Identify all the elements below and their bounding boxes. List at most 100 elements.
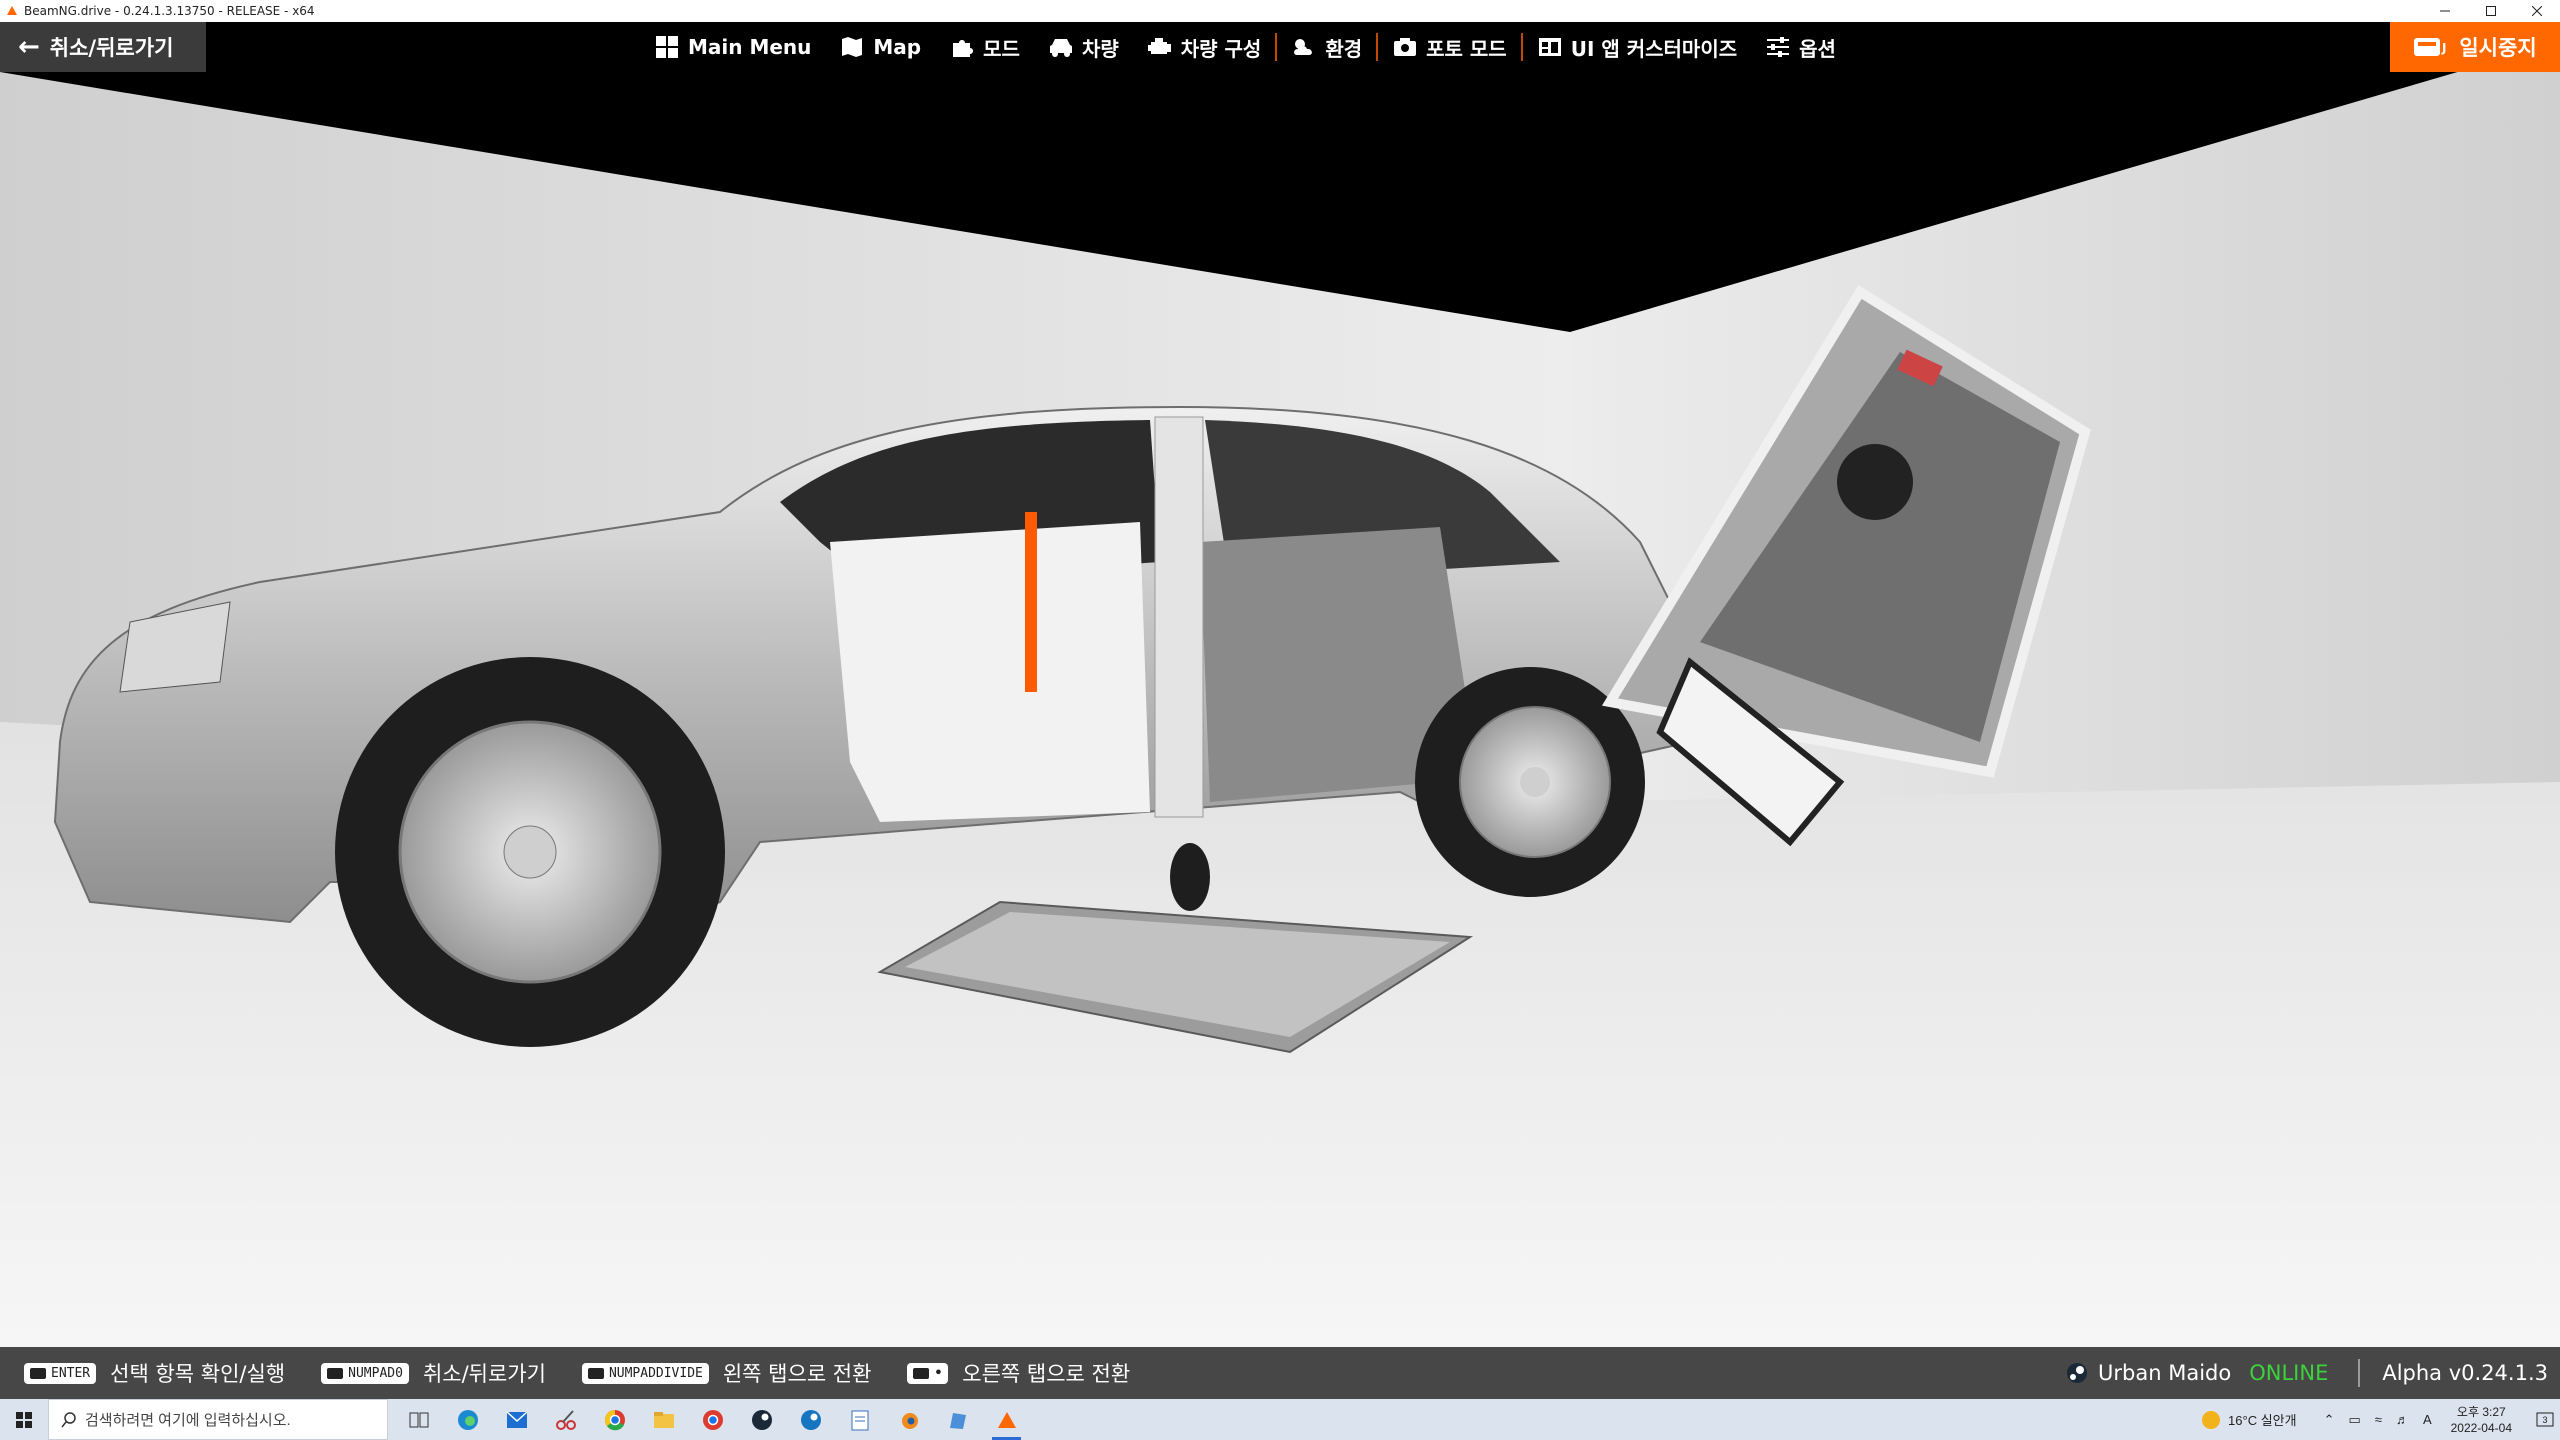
beamng-icon[interactable] [982, 1399, 1031, 1440]
menu-item-label: 차량 [1081, 36, 1119, 61]
menu-item-ui-apps[interactable]: UI 앱 커스터마이즈 [1523, 22, 1751, 72]
sliders-icon [1765, 34, 1791, 60]
weather-icon [1291, 34, 1317, 60]
hint-label: 취소/뒤로가기 [422, 1362, 546, 1386]
steam-alt-icon[interactable] [786, 1399, 835, 1440]
clock-date: 2022-04-04 [2450, 1420, 2512, 1435]
chrome-profile-icon[interactable] [688, 1399, 737, 1440]
steam-icon [2067, 1363, 2088, 1383]
notification-icon: 3 [2536, 1412, 2554, 1426]
keyboard-icon [30, 1367, 46, 1379]
menu-item-label: Map [873, 35, 922, 59]
notification-center-button[interactable]: 3 [2530, 1399, 2560, 1440]
network-icon[interactable]: ≈ [2375, 1412, 2382, 1427]
controls-hint-bar: ENTER 선택 항목 확인/실행 NUMPAD0 취소/뒤로가기 NUMPAD… [0, 1347, 2560, 1399]
maximize-icon [2486, 6, 2496, 16]
notepad-icon[interactable] [835, 1399, 884, 1440]
key-badge: • [907, 1362, 949, 1384]
snip-icon[interactable] [541, 1399, 590, 1440]
hint-back: NUMPAD0 취소/뒤로가기 [321, 1358, 546, 1388]
edge-icon[interactable] [443, 1399, 492, 1440]
hint-label: 왼쪽 탭으로 전환 [722, 1362, 872, 1386]
menu-item-options[interactable]: 옵션 [1751, 22, 1850, 72]
hint-label: 선택 항목 확인/실행 [110, 1362, 286, 1386]
menu-item-label: 옵션 [1799, 36, 1836, 61]
hint-confirm: ENTER 선택 항목 확인/실행 [24, 1358, 285, 1388]
taskbar-search-input[interactable]: 검색하려면 여기에 입력하십시오. [48, 1399, 388, 1440]
main-menu-icon [654, 34, 680, 60]
menu-item-map[interactable]: Map [825, 22, 935, 72]
weather-widget[interactable]: 16°C 실안개 [2202, 1410, 2297, 1429]
vehicle-scene [0, 22, 2560, 1347]
start-button[interactable] [0, 1399, 48, 1440]
arrow-left-icon: ← [18, 32, 40, 62]
menu-item-label: 모드 [983, 36, 1020, 61]
menu-item-label: 포토 모드 [1426, 36, 1507, 61]
menu-item-label: Main Menu [688, 35, 812, 59]
svg-text:J: J [2441, 41, 2446, 55]
menu-item-vehicles[interactable]: 차량 [1034, 22, 1133, 72]
menu-item-environment[interactable]: 환경 [1277, 22, 1376, 72]
status-area: Urban Maido ONLINE Alpha v0.24.1.3 [2066, 1347, 2560, 1399]
editor-icon[interactable] [933, 1399, 982, 1440]
close-icon [2532, 6, 2542, 16]
keyboard-icon: J [2414, 38, 2447, 56]
top-menu-bar: ← 취소/뒤로가기 Main Menu Map 모드 차량 차량 구성 환경 포… [0, 22, 2560, 72]
key-badge: ENTER [24, 1362, 97, 1384]
ime-indicator[interactable]: A [2423, 1412, 2432, 1427]
menu-item-label: UI 앱 커스터마이즈 [1570, 36, 1738, 61]
divider [2358, 1359, 2361, 1387]
back-button-label: 취소/뒤로가기 [49, 36, 174, 60]
mail-icon[interactable] [492, 1399, 541, 1440]
engine-icon [1147, 34, 1173, 60]
blender-icon[interactable] [884, 1399, 933, 1440]
explorer-icon[interactable] [639, 1399, 688, 1440]
minimize-icon [2440, 10, 2450, 12]
beamng-app-icon [7, 6, 17, 15]
online-status: ONLINE [2249, 1361, 2329, 1385]
username: Urban Maido [2098, 1361, 2232, 1385]
volume-icon[interactable]: ♬ [2396, 1412, 2409, 1427]
menu-item-photo-mode[interactable]: 포토 모드 [1378, 22, 1521, 72]
ui-apps-icon [1537, 34, 1563, 60]
weather-sun-icon [2202, 1410, 2221, 1429]
minimize-button[interactable] [2422, 0, 2468, 22]
steam-icon[interactable] [737, 1399, 786, 1440]
pause-button-label: 일시중지 [2459, 36, 2537, 60]
hint-tab-right: • 오른쪽 탭으로 전환 [907, 1358, 1130, 1388]
battery-icon[interactable]: ▭ [2349, 1412, 2361, 1428]
hint-label: 오른쪽 탭으로 전환 [962, 1362, 1131, 1386]
pause-button[interactable]: J 일시중지 [2390, 22, 2560, 72]
hint-tab-left: NUMPADDIVIDE 왼쪽 탭으로 전환 [581, 1358, 872, 1388]
version-label: Alpha v0.24.1.3 [2382, 1361, 2548, 1385]
search-placeholder: 검색하려면 여기에 입력하십시오. [85, 1412, 291, 1429]
search-icon [61, 1411, 76, 1427]
pinned-apps [394, 1399, 1031, 1440]
close-button[interactable] [2514, 0, 2560, 22]
window-controls [2422, 0, 2560, 22]
clock[interactable]: 오후 3:27 2022-04-04 [2451, 1404, 2512, 1436]
menu-item-label: 차량 구성 [1180, 36, 1262, 61]
clock-time: 오후 3:27 [2456, 1404, 2506, 1419]
keyboard-icon [327, 1367, 344, 1379]
task-view-icon[interactable] [394, 1399, 443, 1440]
menu-item-main-menu[interactable]: Main Menu [640, 22, 825, 72]
keyboard-icon [913, 1367, 930, 1379]
weather-text: 16°C 실안개 [2228, 1413, 2297, 1428]
back-button[interactable]: ← 취소/뒤로가기 [0, 22, 206, 72]
menu-item-mods[interactable]: 모드 [935, 22, 1034, 72]
game-viewport[interactable] [0, 22, 2560, 1347]
chevron-up-icon[interactable]: ⌃ [2324, 1412, 2335, 1428]
svg-text:3: 3 [2542, 1415, 2547, 1425]
menu-item-label: 환경 [1325, 36, 1363, 61]
puzzle-icon [949, 34, 975, 60]
key-badge: NUMPAD0 [321, 1362, 409, 1384]
keyboard-icon [587, 1367, 604, 1379]
window-title: BeamNG.drive - 0.24.1.3.13750 - RELEASE … [24, 4, 315, 18]
maximize-button[interactable] [2468, 0, 2514, 22]
car-icon [1048, 34, 1074, 60]
window-title-bar: BeamNG.drive - 0.24.1.3.13750 - RELEASE … [0, 0, 2560, 22]
windows-taskbar: 검색하려면 여기에 입력하십시오. 16°C 실안개 ⌃ ▭ ≈ ♬ A 오후 … [0, 1399, 2560, 1440]
chrome-icon[interactable] [590, 1399, 639, 1440]
menu-item-vehicle-config[interactable]: 차량 구성 [1133, 22, 1276, 72]
